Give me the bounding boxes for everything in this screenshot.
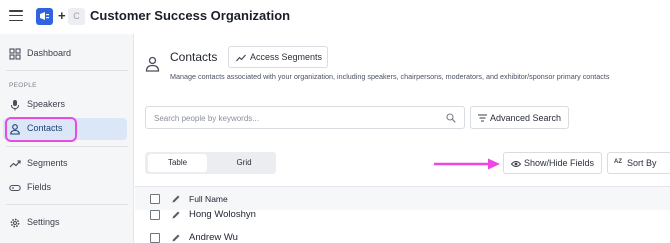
sidebar-item-label: Contacts: [27, 123, 63, 133]
hamburger-menu-icon[interactable]: [9, 10, 23, 22]
organization-title: Customer Success Organization: [90, 8, 291, 23]
page-title: Contacts: [170, 50, 218, 64]
microphone-icon: [11, 100, 19, 111]
plus-icon: +: [58, 8, 66, 23]
column-header-full-name[interactable]: Full Name: [189, 194, 228, 204]
pencil-icon: [172, 195, 180, 203]
sidebar: Dashboard PEOPLE Speakers Contacts Segme…: [0, 34, 134, 243]
sidebar-item-fields[interactable]: Fields: [0, 177, 134, 199]
sidebar-item-speakers[interactable]: Speakers: [0, 94, 134, 116]
eye-icon: [511, 161, 521, 167]
sidebar-item-label: Dashboard: [27, 48, 72, 58]
divider: [6, 146, 128, 147]
full-name-cell: Andrew Wu: [189, 232, 238, 243]
sidebar-item-dashboard[interactable]: Dashboard: [0, 43, 134, 65]
sidebar-item-segments[interactable]: Segments: [0, 153, 134, 175]
row-checkbox[interactable]: [150, 233, 160, 243]
show-hide-fields-label: Show/Hide Fields: [524, 158, 595, 168]
person-icon: [145, 56, 160, 72]
sidebar-item-settings[interactable]: Settings: [0, 212, 134, 234]
organization-logo-icon[interactable]: [36, 8, 53, 25]
show-hide-fields-button[interactable]: Show/Hide Fields: [503, 152, 602, 174]
tab-grid[interactable]: Grid: [215, 154, 273, 172]
search-box: [145, 106, 465, 129]
search-input[interactable]: [154, 111, 434, 125]
org-avatar[interactable]: C: [68, 8, 85, 25]
top-bar: + C Customer Success Organization: [0, 0, 670, 34]
sort-az-icon: AZ: [614, 159, 622, 165]
search-icon[interactable]: [446, 113, 456, 123]
field-icon: [9, 184, 21, 192]
select-all-checkbox[interactable]: [150, 194, 160, 204]
section-label-people: PEOPLE: [9, 82, 37, 89]
advanced-search-button[interactable]: Advanced Search: [470, 106, 569, 129]
pencil-icon[interactable]: [171, 233, 181, 243]
person-icon: [10, 124, 20, 135]
tab-table[interactable]: Table: [148, 154, 207, 172]
full-name-cell: Hong Woloshyn: [189, 209, 256, 220]
access-segments-label: Access Segments: [250, 52, 323, 62]
page-subtitle: Manage contacts associated with your org…: [170, 72, 610, 81]
dashboard-icon: [9, 48, 21, 60]
sidebar-item-contacts[interactable]: Contacts: [3, 118, 127, 140]
pencil-icon[interactable]: [171, 210, 181, 220]
arrow-icon: [434, 158, 500, 170]
sort-by-label: Sort By: [627, 158, 657, 168]
access-segments-button[interactable]: Access Segments: [228, 46, 328, 68]
table-row[interactable]: Andrew Wu: [135, 228, 670, 243]
advanced-search-label: Advanced Search: [490, 113, 562, 123]
sidebar-item-label: Segments: [27, 158, 68, 168]
trend-up-icon: [9, 160, 21, 168]
sidebar-item-label: Fields: [27, 182, 52, 192]
view-toggle: Table Grid: [145, 152, 276, 174]
divider: [6, 204, 128, 205]
main-content: Contacts Access Segments Manage contacts…: [135, 34, 670, 243]
divider: [6, 70, 128, 71]
sidebar-item-label: Speakers: [27, 99, 66, 109]
trend-up-icon: [236, 54, 246, 62]
sort-by-button[interactable]: AZ Sort By: [607, 152, 670, 174]
table-row[interactable]: Hong Woloshyn: [135, 205, 670, 227]
row-checkbox[interactable]: [150, 210, 160, 220]
gear-icon: [10, 218, 20, 228]
sidebar-item-label: Settings: [27, 217, 60, 227]
filter-icon: [478, 114, 487, 122]
